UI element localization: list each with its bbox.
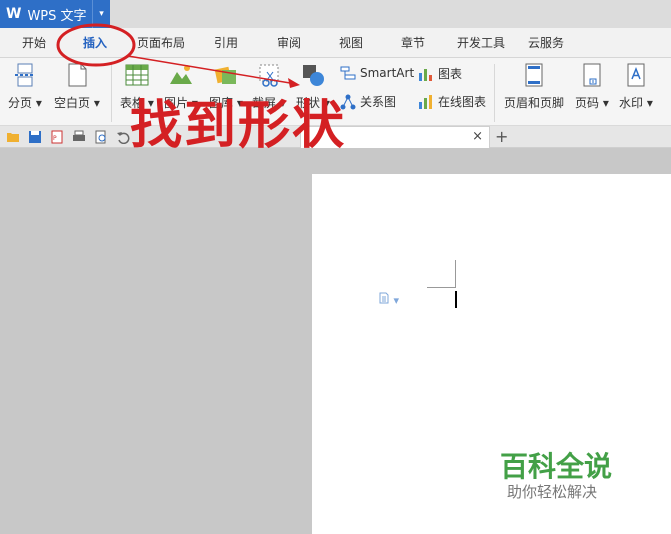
blank-page-label: 空白页 xyxy=(54,96,91,110)
page-number-label: 页码 xyxy=(575,96,600,110)
chevron-down-icon: ▾ xyxy=(93,96,100,110)
online-chart-icon xyxy=(419,94,432,109)
svg-text:P: P xyxy=(53,135,57,142)
annotation-text: 找到形状 xyxy=(130,96,347,156)
picture-icon xyxy=(169,65,192,84)
relation-chart-label: 关系图 xyxy=(360,95,397,109)
watermark-subtitle: 助你轻松解决 xyxy=(507,483,598,501)
tab-home[interactable]: 开始 xyxy=(14,34,54,56)
ribbon-separator xyxy=(111,64,112,122)
chevron-down-icon[interactable]: ▾ xyxy=(92,0,110,28)
tab-cloud[interactable]: 云服务 xyxy=(522,34,570,56)
chevron-down-icon: ▾ xyxy=(393,294,400,307)
header-footer-label: 页眉和页脚 xyxy=(504,96,565,110)
app-title: WPS 文字 xyxy=(27,8,87,24)
tab-insert[interactable]: 插入 xyxy=(72,34,118,56)
header-footer-button[interactable]: 页眉和页脚 xyxy=(504,62,564,111)
online-chart-button[interactable]: 在线图表 xyxy=(418,93,486,110)
blank-page-icon xyxy=(68,63,87,87)
chart-button[interactable]: 图表 xyxy=(418,65,462,82)
menu-bar: 开始 插入 页面布局 引用 审阅 视图 章节 开发工具 云服务 xyxy=(0,28,671,58)
bar-chart-icon xyxy=(419,68,432,81)
page-number-button[interactable]: 页码 ▾ xyxy=(575,62,609,111)
export-pdf-icon[interactable]: P xyxy=(50,130,64,144)
chevron-down-icon: ▾ xyxy=(35,96,42,110)
print-preview-icon[interactable] xyxy=(94,130,108,144)
table-icon xyxy=(125,64,149,86)
chart-label: 图表 xyxy=(438,67,463,81)
tab-review[interactable]: 审阅 xyxy=(269,34,309,56)
undo-icon[interactable] xyxy=(116,130,130,144)
header-footer-icon xyxy=(525,63,543,87)
relation-chart-button[interactable]: 关系图 xyxy=(340,93,396,110)
page-break-icon xyxy=(14,63,35,87)
document-icon xyxy=(379,292,389,304)
tab-references[interactable]: 引用 xyxy=(206,34,246,56)
scissors-icon xyxy=(259,64,279,87)
chevron-down-icon: ▾ xyxy=(602,96,609,110)
smartart-button[interactable]: SmartArt xyxy=(340,65,414,81)
gallery-icon xyxy=(214,66,236,84)
margin-marker-vertical xyxy=(455,260,456,288)
watermark-icon xyxy=(627,63,645,87)
tab-page-layout[interactable]: 页面布局 xyxy=(132,34,190,56)
new-tab-button[interactable]: + xyxy=(495,127,508,146)
page-break-label: 分页 xyxy=(8,96,33,110)
tab-developer[interactable]: 开发工具 xyxy=(450,34,512,56)
smartart-label: SmartArt xyxy=(360,66,415,80)
app-menu-button[interactable]: W WPS 文字 ▾ xyxy=(0,0,110,28)
online-chart-label: 在线图表 xyxy=(438,95,487,109)
chevron-down-icon: ▾ xyxy=(646,96,653,110)
blank-page-button[interactable]: 空白页 ▾ xyxy=(54,62,100,111)
print-icon[interactable] xyxy=(72,130,86,144)
text-cursor xyxy=(455,291,457,308)
watermark-title: 百科全说 xyxy=(500,450,613,483)
title-bar: W WPS 文字 ▾ xyxy=(0,0,671,28)
watermark-button[interactable]: 水印 ▾ xyxy=(619,62,653,111)
tab-view[interactable]: 视图 xyxy=(331,34,371,56)
save-icon[interactable] xyxy=(28,130,42,144)
ribbon-separator xyxy=(494,64,495,122)
wps-logo-icon: W xyxy=(6,6,22,22)
page-break-button[interactable]: 分页 ▾ xyxy=(8,62,42,111)
document-page[interactable] xyxy=(312,174,671,534)
page-number-icon xyxy=(583,63,601,87)
shapes-icon xyxy=(302,65,324,86)
open-folder-icon[interactable] xyxy=(6,130,20,144)
smartart-icon xyxy=(340,66,356,80)
close-icon[interactable]: × xyxy=(472,129,483,144)
paragraph-menu-icon[interactable]: ▾ xyxy=(378,292,399,307)
margin-marker-horizontal xyxy=(427,287,455,288)
watermark-label: 水印 xyxy=(619,96,644,110)
tab-chapter[interactable]: 章节 xyxy=(393,34,433,56)
